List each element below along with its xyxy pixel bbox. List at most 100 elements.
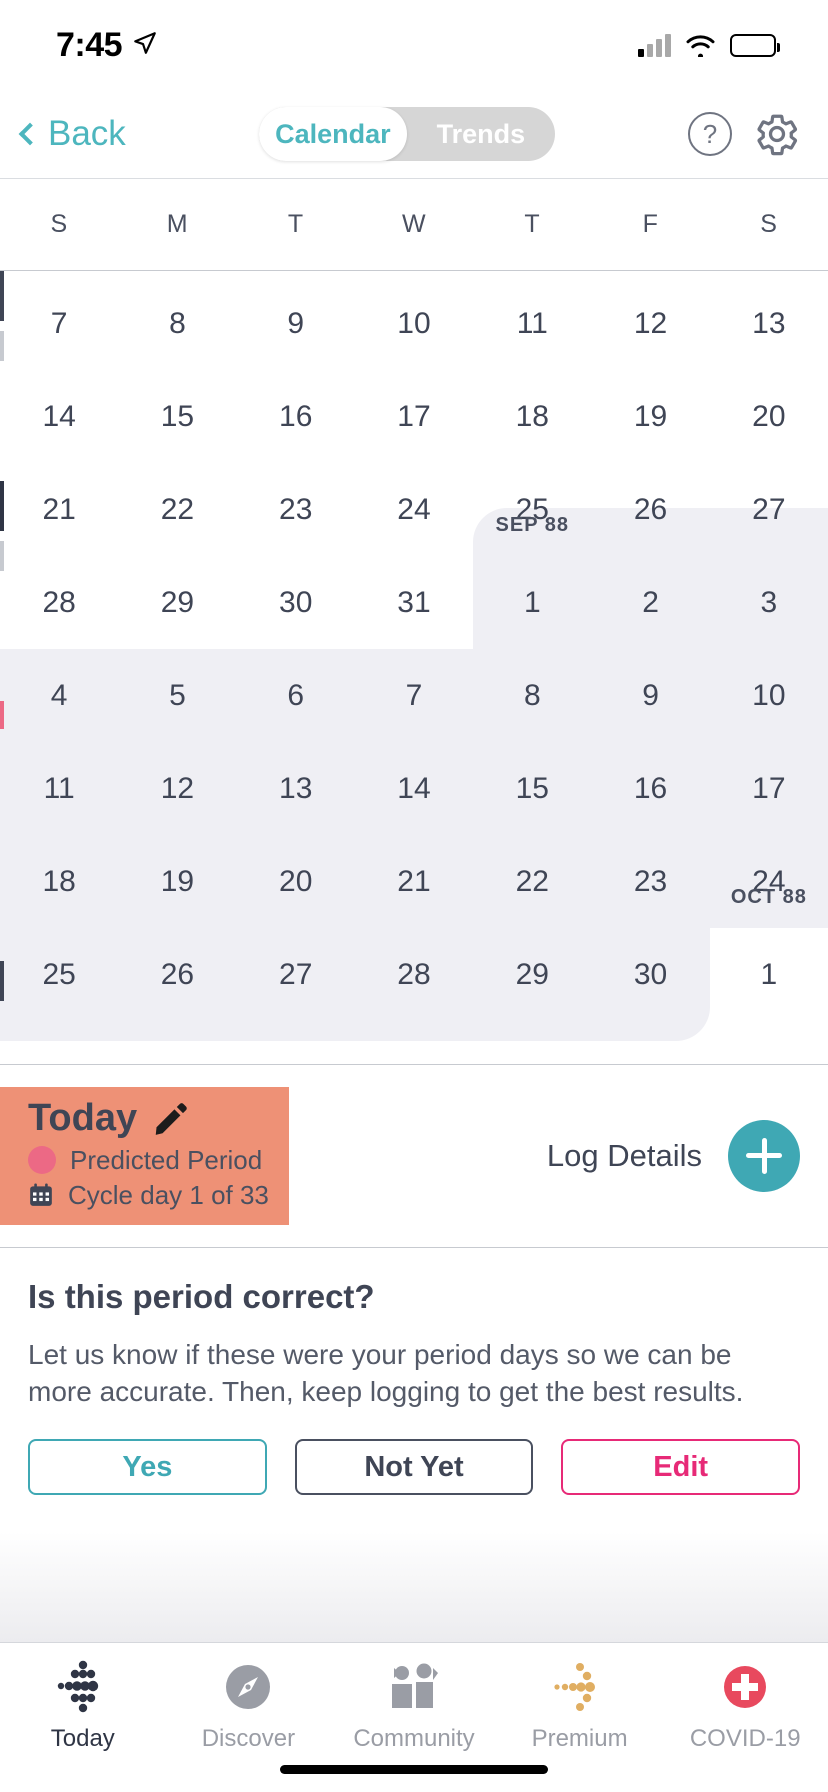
calendar-day[interactable]: 26 [591,463,709,556]
calendar-day[interactable]: 9 [591,649,709,742]
calendar-day[interactable]: 27 [237,928,355,1021]
tab-today[interactable]: Today [0,1659,166,1753]
location-arrow-icon [134,32,156,54]
calendar-day[interactable]: 23 [237,463,355,556]
prompt-heading: Is this period correct? [28,1277,375,1315]
calendar-day[interactable]: 6 [237,649,355,742]
today-summary-row: Today Predicted Period Cycle day 1 of 33… [0,1065,828,1248]
calendar-day[interactable]: 22 [118,463,236,556]
calendar-day[interactable]: 19 [118,835,236,928]
tab-trends[interactable]: Trends [407,107,555,161]
calendar-day[interactable]: 24 [710,835,828,928]
status-time-group: 7:45 [56,26,158,65]
edge-marker [0,831,4,871]
calendar-day[interactable]: 29 [473,928,591,1021]
nav-bar: Back Calendar Trends ? [0,90,828,178]
today-cycle-row: Cycle day 1 of 33 [28,1180,269,1211]
calendar-day[interactable]: 2 [591,556,709,649]
calendar-day[interactable]: 13 [710,277,828,370]
calendar-day[interactable]: 14 [355,742,473,835]
calendar-day[interactable]: 29 [118,556,236,649]
log-details-label[interactable]: Log Details [547,1138,702,1174]
calendar-day[interactable]: 10 [355,277,473,370]
calendar-day[interactable]: 10 [710,649,828,742]
question-mark-circle-icon[interactable]: ? [688,112,732,156]
calendar-day[interactable]: 14 [0,370,118,463]
calendar-day[interactable]: 31 [355,556,473,649]
today-card[interactable]: Today Predicted Period Cycle day 1 of 33 [0,1087,289,1225]
yes-button[interactable]: Yes [28,1439,267,1496]
today-status-row: Predicted Period [28,1145,269,1176]
calendar-day[interactable]: 28 [355,928,473,1021]
today-status-text: Predicted Period [70,1144,263,1175]
add-log-button[interactable] [728,1119,800,1192]
calendar-day[interactable]: 16 [591,742,709,835]
calendar-day[interactable]: 13 [237,742,355,835]
tab-covid-19[interactable]: COVID-19 [662,1659,828,1753]
calendar-grid[interactable]: 7 8 9 10 11 12 13 14 15 16 17 18 19 20 21 22 23 24 25 26 27 2… [0,271,828,1041]
calendar-day[interactable]: 17 [710,742,828,835]
tab-discover[interactable]: Discover [166,1659,332,1753]
log-details-group[interactable]: Log Details [547,1119,800,1192]
plus-icon[interactable] [728,1119,800,1192]
not-yet-button[interactable]: Not Yet [294,1439,534,1496]
calendar-day[interactable]: 8 [118,277,236,370]
calendar-day[interactable]: 9 [237,277,355,370]
calendar-day[interactable]: 3 [710,556,828,649]
edge-marker [0,701,4,729]
chevron-left-icon [18,122,42,146]
cellular-signal-icon [638,33,671,57]
calendar-day[interactable]: 11 [473,277,591,370]
period-confirmation-card: Is this period correct? Let us know if t… [0,1247,828,1642]
calendar-day[interactable]: 15 [118,370,236,463]
red-cross-icon [720,1659,770,1715]
calendar-day[interactable]: 15 [473,742,591,835]
back-button[interactable]: Back [18,114,126,154]
edge-marker [0,961,4,1001]
calendar-trends-segmented-control[interactable]: Calendar Trends [258,107,555,161]
calendar-day[interactable]: 30 [237,556,355,649]
calendar-day[interactable]: 20 [237,835,355,928]
edit-button[interactable]: Edit [561,1439,801,1496]
calendar-day[interactable]: 8 [473,649,591,742]
calendar-day[interactable]: 21 [0,463,118,556]
tab-calendar[interactable]: Calendar [258,107,407,161]
calendar-day[interactable]: 23 [591,835,709,928]
calendar-day[interactable]: 19 [591,370,709,463]
calendar-panel: SMTWTFS 7 8 9 10 11 12 13 14 15 16 17 18 19 20 21 22 23 2… [0,178,828,1065]
calendar-day[interactable]: 7 [355,649,473,742]
calendar-day[interactable]: 18 [473,370,591,463]
calendar-day[interactable]: 11 [0,742,118,835]
weekday-label-4: T [524,210,541,238]
calendar-day[interactable]: 21 [355,835,473,928]
calendar-day[interactable]: 24 [355,463,473,556]
pencil-icon[interactable] [151,1100,189,1138]
calendar-day[interactable]: 25 [473,463,591,556]
calendar-day[interactable]: 17 [355,370,473,463]
today-card-title-row: Today [28,1097,269,1141]
calendar-day[interactable]: 25 [0,928,118,1021]
calendar-day[interactable]: 30 [591,928,709,1021]
calendar-day[interactable]: 12 [591,277,709,370]
calendar-day[interactable]: 1 [710,928,828,1021]
calendar-day[interactable]: 16 [237,370,355,463]
calendar-day[interactable]: 26 [118,928,236,1021]
back-label: Back [48,114,126,153]
calendar-day[interactable]: 22 [473,835,591,928]
status-bar: 7:45 [0,0,828,90]
calendar-day[interactable]: 27 [710,463,828,556]
weekday-label-1: M [166,210,189,238]
calendar-day[interactable]: 7 [0,277,118,370]
calendar-day[interactable]: 4 [0,649,118,742]
calendar-icon [30,1183,52,1207]
edge-marker [0,331,4,361]
tab-premium[interactable]: Premium [497,1659,663,1753]
calendar-day[interactable]: 28 [0,556,118,649]
calendar-day[interactable]: 5 [118,649,236,742]
gear-icon[interactable] [754,111,800,157]
calendar-day[interactable]: 18 [0,835,118,928]
calendar-day[interactable]: 12 [118,742,236,835]
calendar-day[interactable]: 1 [473,556,591,649]
tab-community[interactable]: Community [331,1659,497,1753]
calendar-day[interactable]: 20 [710,370,828,463]
